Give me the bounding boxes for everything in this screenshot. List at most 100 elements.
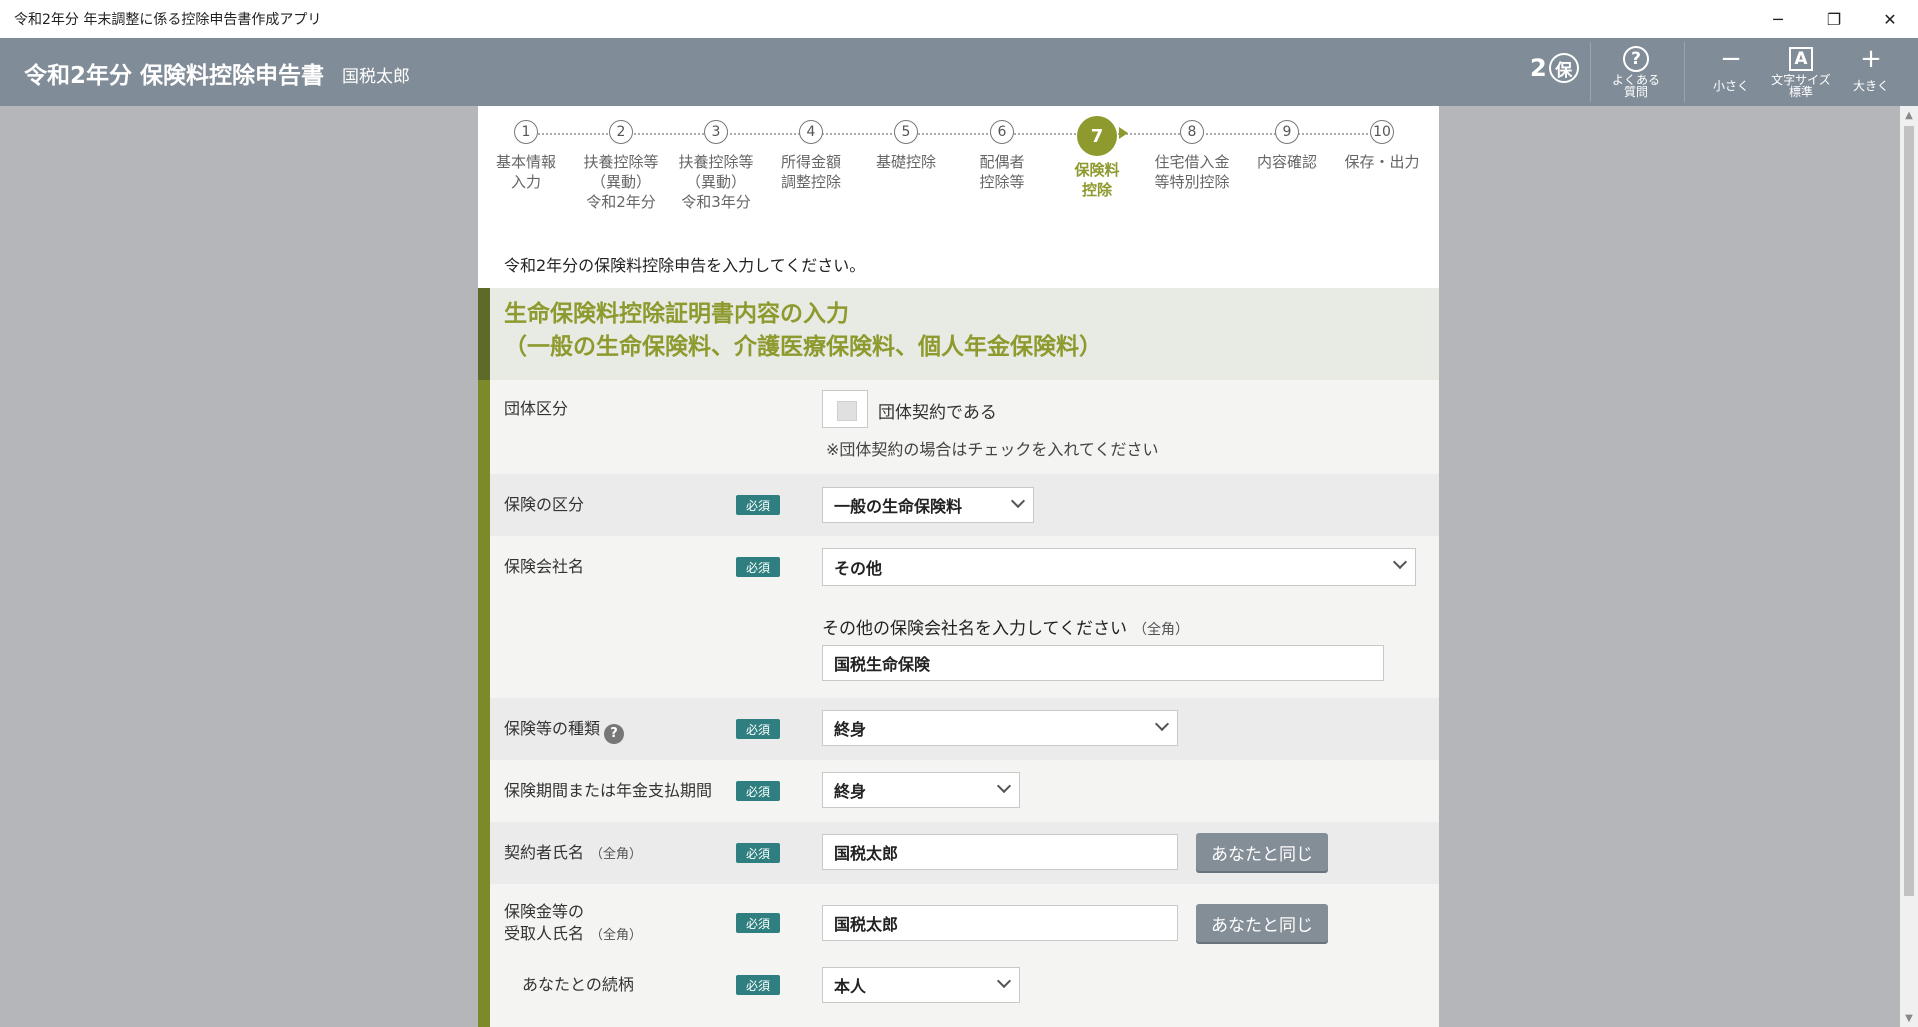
required-badge: 必須 — [736, 557, 780, 577]
font-smaller-button[interactable]: − 小さく — [1696, 44, 1766, 92]
recipient-same-as-you-button[interactable]: あなたと同じ — [1196, 904, 1328, 942]
row-company: 保険会社名 必須 その他 その他の保険会社名を入力してください （全角） 国税生命… — [490, 536, 1439, 698]
contractor-label-text: 契約者氏名 — [504, 843, 585, 862]
step-number: 7 — [1077, 116, 1117, 156]
chevron-down-icon — [996, 778, 1012, 794]
recipient-label-line-2: 受取人氏名 — [504, 924, 585, 943]
step-label: 等特別控除 — [1154, 173, 1230, 191]
step-label: 調整控除 — [780, 173, 841, 191]
recipient-name-input[interactable]: 国税太郎 — [822, 905, 1178, 941]
step-number: 8 — [1180, 120, 1204, 144]
step-label: 基礎控除 — [875, 153, 936, 171]
plus-icon: + — [1860, 44, 1882, 74]
step-label: 所得金額 — [780, 153, 841, 171]
chevron-down-icon — [1392, 554, 1408, 570]
step-number: 2 — [609, 120, 633, 144]
step-progress: 1 基本情報 入力 2 扶養控除等 （異動） 令和2年分 3 扶養控除等 （異動） 令和3… — [478, 106, 1439, 228]
required-badge: 必須 — [736, 843, 780, 863]
insurance-kind-label: 保険等の種類? — [504, 718, 625, 744]
window-title-bar: 令和2年分 年末調整に係る控除申告書作成アプリ ─ ❐ ✕ — [0, 0, 1918, 38]
font-size-button[interactable]: A 文字サイズ 標準 — [1766, 44, 1836, 98]
contractor-name-input[interactable]: 国税太郎 — [822, 834, 1178, 870]
step-6[interactable]: 6 配偶者 控除等 — [954, 116, 1050, 192]
required-badge: 必須 — [736, 719, 780, 739]
main-panel: 1 基本情報 入力 2 扶養控除等 （異動） 令和2年分 3 扶養控除等 （異動） 令和3… — [478, 106, 1439, 1027]
group-contract-label[interactable]: 団体契約である — [878, 398, 997, 423]
relation-label: あなたとの続柄 — [522, 975, 634, 994]
recipient-label: 保険金等の 受取人氏名 （全角） — [504, 901, 642, 947]
step-label: 扶養控除等 — [678, 153, 754, 171]
step-number: 4 — [799, 120, 823, 144]
group-contract-checkbox[interactable] — [822, 390, 868, 428]
step-number: 5 — [894, 120, 918, 144]
step-3[interactable]: 3 扶養控除等 （異動） 令和3年分 — [668, 116, 764, 212]
other-company-input[interactable]: 国税生命保険 — [822, 645, 1384, 681]
relation-value: 本人 — [834, 977, 867, 996]
current-step-arrow-icon — [1119, 127, 1128, 139]
section-header: 生命保険料控除証明書内容の入力 （一般の生命保険料、介護医療保険料、個人年金保険… — [490, 288, 1439, 380]
required-badge: 必須 — [736, 975, 780, 995]
header-divider — [1590, 42, 1591, 102]
window-controls: ─ ❐ ✕ — [1750, 0, 1918, 38]
insurance-kind-value: 終身 — [834, 720, 867, 739]
chevron-down-icon — [996, 973, 1012, 989]
row-insurance-period: 保険期間または年金支払期間 必須 終身 — [490, 760, 1439, 822]
step-label: 令和2年分 — [586, 193, 656, 211]
step-label: 令和3年分 — [681, 193, 751, 211]
chevron-down-icon — [1010, 493, 1026, 509]
life-insurance-section: 生命保険料控除証明書内容の入力 （一般の生命保険料、介護医療保険料、個人年金保険… — [478, 288, 1439, 1027]
step-label: 控除等 — [979, 173, 1025, 191]
step-8[interactable]: 8 住宅借入金等特別控除 — [1144, 116, 1240, 192]
section-accent-bar-top — [478, 288, 490, 380]
full-width-hint: （全角） — [590, 847, 643, 862]
help-icon[interactable]: ? — [604, 724, 625, 744]
step-number: 3 — [704, 120, 728, 144]
group-type-label: 団体区分 — [504, 399, 569, 418]
step-10[interactable]: 10 保存・出力 — [1334, 116, 1430, 172]
insurance-type-value: 一般の生命保険料 — [834, 497, 963, 516]
form-badge: 2 保 — [1530, 53, 1579, 83]
scroll-down-icon[interactable]: ▼ — [1900, 1009, 1918, 1027]
insurance-type-select[interactable]: 一般の生命保険料 — [822, 487, 1034, 523]
insurance-type-label: 保険の区分 — [504, 495, 585, 514]
insurance-kind-label-text: 保険等の種類 — [504, 719, 601, 738]
faq-button[interactable]: ? よくある 質問 — [1601, 44, 1671, 98]
insurance-period-label: 保険期間または年金支払期間 — [504, 781, 713, 800]
close-icon[interactable]: ✕ — [1862, 0, 1918, 38]
company-select[interactable]: その他 — [822, 548, 1416, 586]
insurance-kind-select[interactable]: 終身 — [822, 710, 1178, 746]
step-9[interactable]: 9 内容確認 — [1239, 116, 1335, 172]
insurance-period-select[interactable]: 終身 — [822, 772, 1020, 808]
step-label: 住宅借入金 — [1154, 153, 1230, 171]
header-divider — [1684, 42, 1685, 102]
required-badge: 必須 — [736, 913, 780, 933]
step-4[interactable]: 4 所得金額調整控除 — [763, 116, 859, 192]
step-7-current[interactable]: 7 保険料 控除 — [1049, 116, 1145, 200]
step-2[interactable]: 2 扶養控除等 （異動） 令和2年分 — [573, 116, 669, 212]
scroll-up-icon[interactable]: ▲ — [1900, 106, 1918, 124]
full-width-hint: （全角） — [590, 928, 643, 943]
step-label: （異動） — [590, 173, 651, 191]
minimize-icon[interactable]: ─ — [1750, 0, 1806, 38]
section-title: 生命保険料控除証明書内容の入力 — [504, 301, 849, 327]
contractor-same-as-you-button[interactable]: あなたと同じ — [1196, 833, 1328, 871]
required-badge: 必須 — [736, 781, 780, 801]
font-larger-button[interactable]: + 大きく — [1836, 44, 1906, 92]
step-number: 6 — [990, 120, 1014, 144]
row-recipient: 保険金等の 受取人氏名 （全角） 必須 国税太郎 あなたと同じ あなたとの続柄 必… — [490, 884, 1439, 1027]
font-smaller-label: 小さく — [1712, 79, 1749, 93]
user-name: 国税太郎 — [342, 67, 410, 87]
insurance-icon: 保 — [1548, 53, 1579, 83]
font-size-icon: A — [1789, 47, 1813, 71]
row-insurance-kind: 保険等の種類? 必須 終身 — [490, 698, 1439, 760]
vertical-scrollbar[interactable]: ▲ ▼ — [1900, 106, 1918, 1027]
step-5[interactable]: 5 基礎控除 — [858, 116, 954, 172]
step-1[interactable]: 1 基本情報 入力 — [478, 116, 574, 192]
restore-icon[interactable]: ❐ — [1806, 0, 1862, 38]
other-company-label-text: その他の保険会社名を入力してください — [822, 619, 1127, 639]
company-value: その他 — [834, 559, 883, 578]
scrollbar-thumb[interactable] — [1904, 126, 1914, 896]
insurance-period-value: 終身 — [834, 782, 867, 801]
group-contract-note: ※団体契約の場合はチェックを入れてください — [826, 440, 1159, 459]
relation-select[interactable]: 本人 — [822, 967, 1020, 1003]
